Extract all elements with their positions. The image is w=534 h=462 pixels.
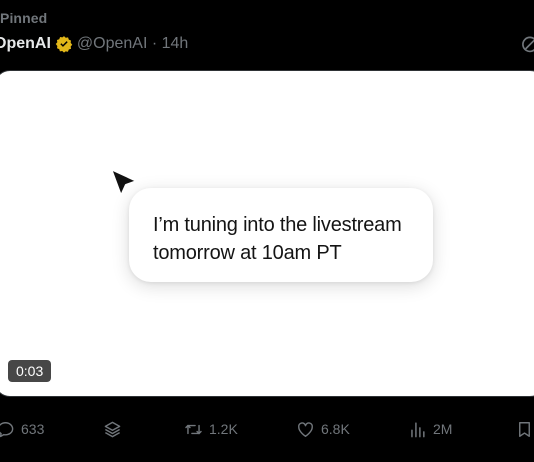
retweet-count: 1.2K <box>209 421 238 437</box>
reply-icon <box>0 421 14 437</box>
retweet-button[interactable]: 1.2K <box>184 417 238 441</box>
bookmark-icon <box>519 421 530 437</box>
views-button[interactable]: 2M <box>408 417 452 441</box>
views-count: 2M <box>433 421 453 437</box>
speech-bubble-text: I’m tuning into the livestream tomorrow … <box>153 214 402 264</box>
views-icon <box>411 421 425 437</box>
like-count: 6.8K <box>321 421 350 437</box>
author-handle-time[interactable]: @OpenAI · 14h <box>77 35 188 53</box>
stack-button[interactable] <box>103 417 122 441</box>
retweet-icon <box>185 424 202 434</box>
author-name[interactable]: OpenAI <box>0 35 51 53</box>
reply-count: 633 <box>21 421 45 437</box>
tweet-header: OpenAI @OpenAI · 14h <box>0 32 188 56</box>
like-button[interactable]: 6.8K <box>296 417 350 441</box>
stack-icon <box>104 421 121 437</box>
pinned-label: Pinned <box>0 10 48 26</box>
video-media[interactable]: I’m tuning into the livestream tomorrow … <box>0 70 534 397</box>
tweet-action-bar: 633 1.2K 6.8K 2M <box>0 417 534 441</box>
pinned-indicator: Pinned <box>0 9 47 27</box>
video-duration: 0:03 <box>16 363 44 379</box>
grok-icon[interactable] <box>520 34 534 54</box>
reply-button[interactable]: 633 <box>0 417 44 441</box>
bookmark-button[interactable] <box>515 417 534 441</box>
verified-badge-icon[interactable] <box>55 35 73 53</box>
video-duration-badge: 0:03 <box>8 360 52 382</box>
like-icon <box>298 421 313 437</box>
speech-bubble: I’m tuning into the livestream tomorrow … <box>129 188 433 282</box>
